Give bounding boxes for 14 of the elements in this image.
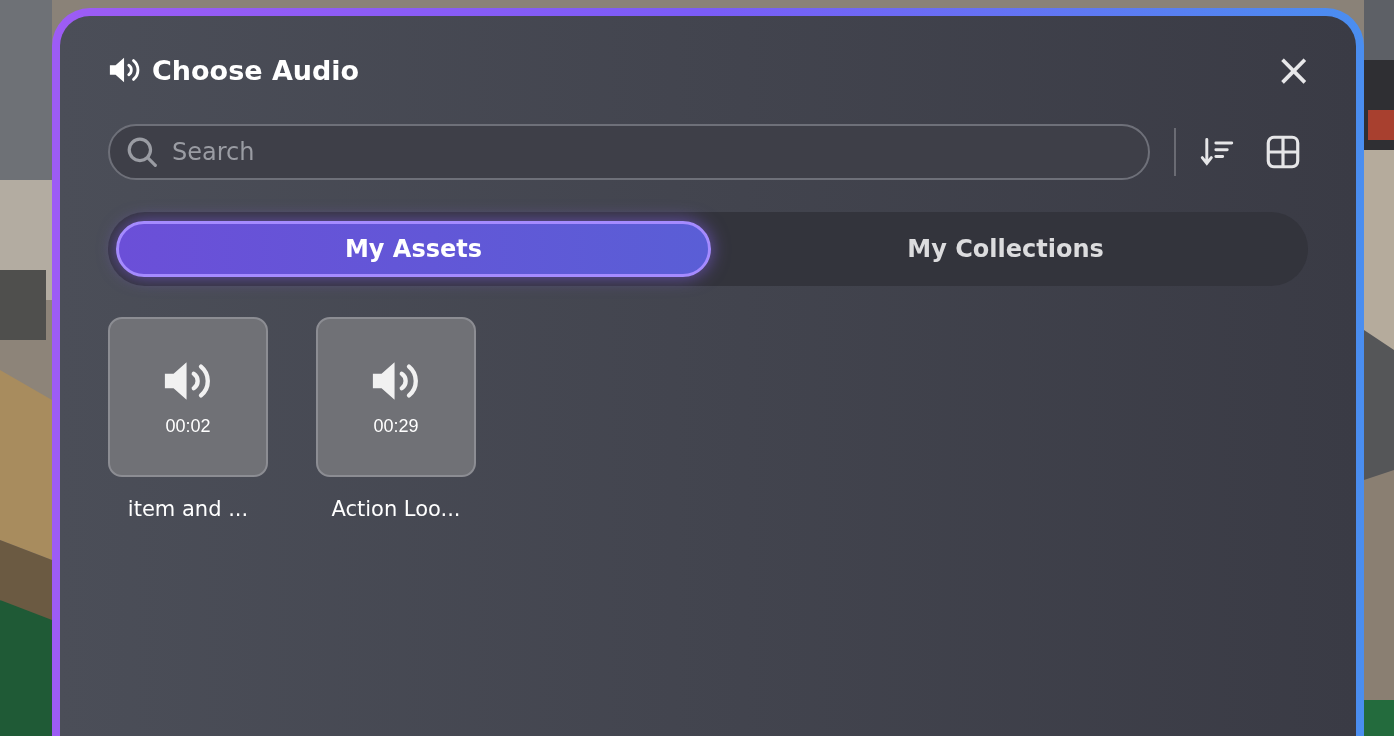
grid-view-icon[interactable]: [1266, 135, 1300, 169]
audio-name: item and ...: [127, 497, 249, 521]
close-button[interactable]: ×: [1271, 50, 1316, 90]
audio-name: Action Loo...: [331, 497, 461, 521]
dialog-title: Choose Audio: [152, 54, 360, 86]
search-icon: [126, 136, 158, 168]
audio-tile[interactable]: 00:29: [316, 317, 476, 477]
tab[interactable]: My Collections: [711, 221, 1300, 277]
speaker-icon: [108, 55, 142, 85]
tab[interactable]: My Assets: [116, 221, 711, 277]
duration-label: 00:02: [165, 415, 211, 437]
audio-tile[interactable]: 00:02: [108, 317, 268, 477]
search-field[interactable]: Search: [108, 124, 1150, 180]
duration-label: 00:29: [373, 415, 419, 437]
